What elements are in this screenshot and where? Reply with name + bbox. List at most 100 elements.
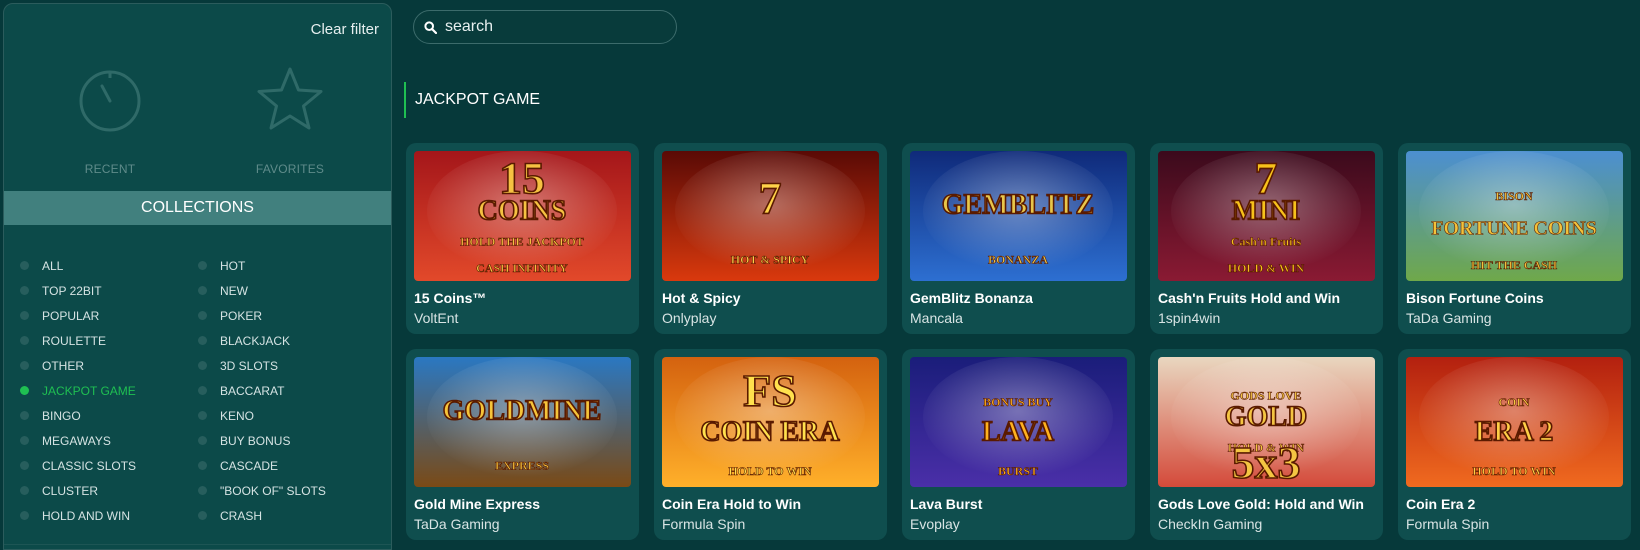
game-thumbnail[interactable]: COIN ERA 2 HOLD TO WIN <box>1406 357 1623 487</box>
category-label: BUY BONUS <box>220 433 291 448</box>
artwork-text: HOLD TO WIN <box>728 464 812 478</box>
game-thumbnail[interactable]: GODS LOVE GOLD HOLD & WIN 5x3 <box>1158 357 1375 487</box>
game-card[interactable]: GOLDMINE EXPRESS Gold Mine Express TaDa Gam… <box>406 349 639 540</box>
search-icon <box>424 20 437 34</box>
game-thumbnail[interactable]: GEMBLITZ BONANZA <box>910 151 1127 281</box>
category-label: POKER <box>220 308 263 323</box>
game-thumbnail[interactable]: BISON FORTUNE COINS HIT THE CASH <box>1406 151 1623 281</box>
game-thumbnail[interactable]: GOLDMINE EXPRESS <box>414 357 631 487</box>
game-card[interactable]: GEMBLITZ BONANZA GemBlitz Bonanza Mancala <box>902 143 1135 334</box>
category-list: ALL HOT TOP 22BIT NEW POPULAR POKER ROULETTE BL… <box>20 253 380 528</box>
category-label: TOP 22BIT <box>42 283 102 298</box>
game-card[interactable]: 7 HOT & SPICY Hot & Spicy Onlyplay <box>654 143 887 334</box>
game-card[interactable]: 15 COINS HOLD THE JACKPOT CASH INFINITY 15 C… <box>406 143 639 334</box>
category-label: HOT <box>220 258 246 273</box>
category-label: "BOOK OF" SLOTS <box>220 483 326 498</box>
recent-timer-icon <box>79 70 141 132</box>
artwork-text: COIN <box>1498 395 1530 409</box>
radio-dot-icon <box>20 411 29 420</box>
radio-dot-icon <box>20 386 29 395</box>
radio-dot-icon <box>198 336 207 345</box>
artwork-text: HIT THE CASH <box>1471 258 1558 272</box>
category-label: POPULAR <box>42 308 100 323</box>
game-card[interactable]: GODS LOVE GOLD HOLD & WIN 5x3 Gods Love Gold… <box>1150 349 1383 540</box>
artwork-text: ERA 2 <box>1475 417 1554 448</box>
game-card[interactable]: BISON FORTUNE COINS HIT THE CASH Bison Fort… <box>1398 143 1631 334</box>
category-item-top-22bit[interactable]: TOP 22BIT <box>20 278 198 303</box>
game-thumbnail[interactable]: FS COIN ERA HOLD TO WIN <box>662 357 879 487</box>
category-item-3d-slots[interactable]: 3D SLOTS <box>198 353 376 378</box>
category-item-book-of-slots[interactable]: "BOOK OF" SLOTS <box>198 478 376 503</box>
game-grid: 15 COINS HOLD THE JACKPOT CASH INFINITY 15 C… <box>406 143 1636 540</box>
game-card[interactable]: 7 MINI Cash'n Fruits HOLD & WIN Cash'n Fruit… <box>1150 143 1383 334</box>
radio-dot-icon <box>20 486 29 495</box>
artwork-text: BONUS BUY <box>983 395 1053 409</box>
game-title: Cash'n Fruits Hold and Win <box>1158 290 1341 306</box>
game-thumbnail[interactable]: 15 COINS HOLD THE JACKPOT CASH INFINITY <box>414 151 631 281</box>
game-provider: VoltEnt <box>414 310 459 326</box>
collections-header: COLLECTIONS <box>4 191 391 225</box>
game-title: 15 Coins™ <box>414 290 487 306</box>
category-item-new[interactable]: NEW <box>198 278 376 303</box>
category-item-cluster[interactable]: CLUSTER <box>20 478 198 503</box>
artwork-text: GEMBLITZ <box>942 190 1094 221</box>
game-title: Coin Era Hold to Win <box>662 496 802 512</box>
radio-dot-icon <box>198 261 207 270</box>
game-thumbnail[interactable]: 7 MINI Cash'n Fruits HOLD & WIN <box>1158 151 1375 281</box>
artwork-text: BISON <box>1495 189 1533 203</box>
search-box[interactable] <box>413 10 677 44</box>
category-item-keno[interactable]: KENO <box>198 403 376 428</box>
category-item-roulette[interactable]: ROULETTE <box>20 328 198 353</box>
artwork-text: BONANZA <box>988 253 1048 267</box>
game-provider: CheckIn Gaming <box>1158 516 1263 532</box>
game-artwork: 15COINSHOLD THE JACKPOTCASH INFINITY <box>414 151 631 281</box>
favorites-star-icon <box>257 67 323 130</box>
category-label: ALL <box>42 258 64 273</box>
radio-dot-icon <box>20 286 29 295</box>
game-provider: Formula Spin <box>662 516 746 532</box>
radio-dot-icon <box>20 261 29 270</box>
category-item-other[interactable]: OTHER <box>20 353 198 378</box>
game-title: Hot & Spicy <box>662 290 741 306</box>
game-provider: 1spin4win <box>1158 310 1221 326</box>
category-label: CLUSTER <box>42 483 99 498</box>
category-item-blackjack[interactable]: BLACKJACK <box>198 328 376 353</box>
category-item-poker[interactable]: POKER <box>198 303 376 328</box>
recent-button[interactable]: RECENT <box>50 64 170 176</box>
artwork-text: Cash'n Fruits <box>1231 235 1302 249</box>
game-card[interactable]: FS COIN ERA HOLD TO WIN Coin Era Hold to Wi… <box>654 349 887 540</box>
radio-dot-icon <box>198 461 207 470</box>
game-card[interactable]: BONUS BUY LAVA BURST Lava Burst Evoplay <box>902 349 1135 540</box>
category-item-hot[interactable]: HOT <box>198 253 376 278</box>
clear-filter-link[interactable]: Clear filter <box>311 21 379 38</box>
category-item-baccarat[interactable]: BACCARAT <box>198 378 376 403</box>
game-provider: TaDa Gaming <box>414 516 500 532</box>
radio-dot-icon <box>20 436 29 445</box>
category-item-all[interactable]: ALL <box>20 253 198 278</box>
category-item-classic-slots[interactable]: CLASSIC SLOTS <box>20 453 198 478</box>
game-provider: Formula Spin <box>1406 516 1490 532</box>
game-provider: Mancala <box>910 310 963 326</box>
game-artwork: GOLDMINE EXPRESS <box>414 357 631 487</box>
game-thumbnail[interactable]: BONUS BUY LAVA BURST <box>910 357 1127 487</box>
category-item-hold-and-win[interactable]: HOLD AND WIN <box>20 503 198 528</box>
category-label: KENO <box>220 408 255 423</box>
category-item-crash[interactable]: CRASH <box>198 503 376 528</box>
game-provider: Evoplay <box>910 516 960 532</box>
category-item-megaways[interactable]: MEGAWAYS <box>20 428 198 453</box>
category-item-buy-bonus[interactable]: BUY BONUS <box>198 428 376 453</box>
game-provider: TaDa Gaming <box>1406 310 1492 326</box>
category-item-jackpot-game[interactable]: JACKPOT GAME <box>20 378 198 403</box>
search-input[interactable] <box>445 18 665 36</box>
game-card[interactable]: COIN ERA 2 HOLD TO WIN Coin Era 2 Formula Sp… <box>1398 349 1631 540</box>
game-artwork: BONUS BUY LAVA BURST <box>910 357 1127 487</box>
category-item-popular[interactable]: POPULAR <box>20 303 198 328</box>
category-item-bingo[interactable]: BINGO <box>20 403 198 428</box>
game-thumbnail[interactable]: 7 HOT & SPICY <box>662 151 879 281</box>
radio-dot-icon <box>198 361 207 370</box>
artwork-text: FORTUNE COINS <box>1431 218 1596 240</box>
favorites-button[interactable]: FAVORITES <box>230 64 350 176</box>
category-label: NEW <box>220 283 248 298</box>
category-item-cascade[interactable]: CASCADE <box>198 453 376 478</box>
game-title: Gods Love Gold: Hold and Win <box>1158 496 1364 512</box>
